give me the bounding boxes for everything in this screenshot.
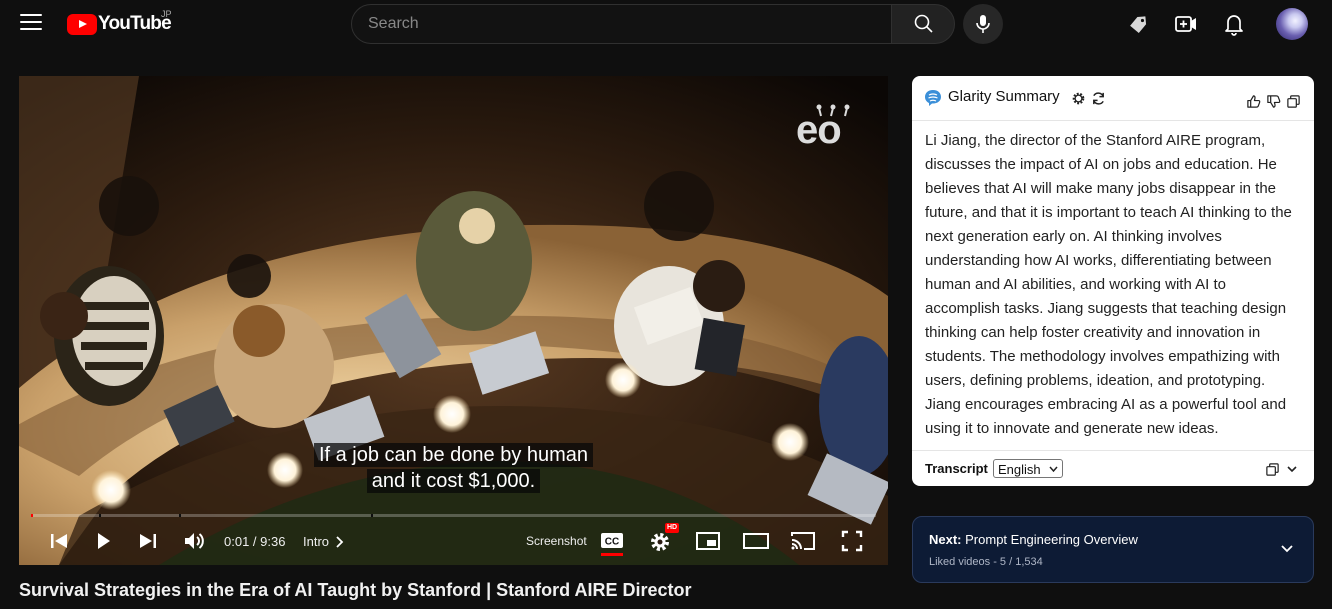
watermark-text: eo: [796, 108, 842, 152]
theater-mode-button[interactable]: [742, 528, 770, 554]
refresh-icon[interactable]: [1091, 91, 1106, 106]
create-button[interactable]: [1170, 8, 1202, 40]
skip-next-icon: [140, 534, 156, 548]
chevron-down-icon: [1049, 466, 1058, 473]
progress-played: [31, 514, 33, 517]
glarity-footer: Transcript English: [912, 450, 1314, 486]
hd-badge: HD: [665, 523, 680, 533]
play-button[interactable]: [90, 528, 116, 554]
volume-icon: [185, 533, 204, 549]
progress-bar[interactable]: [31, 514, 876, 517]
playlist-next-card[interactable]: Next: Prompt Engineering Overview Liked …: [912, 516, 1314, 583]
chapter-label[interactable]: Intro: [303, 534, 329, 549]
search-box: [351, 4, 892, 44]
search-icon: [914, 14, 933, 33]
cast-button[interactable]: [789, 528, 817, 554]
next-prefix: Next:: [929, 532, 962, 547]
tag-icon: [1130, 16, 1147, 33]
theater-mode-icon: [743, 533, 769, 549]
thumbs-down-icon[interactable]: [1266, 94, 1281, 109]
channel-watermark: eo: [795, 102, 859, 152]
chevron-down-icon[interactable]: [1279, 541, 1295, 557]
chapter-divider: [99, 514, 101, 517]
youtube-logo[interactable]: YouTube: [67, 12, 172, 36]
closed-captions-icon: CC: [601, 533, 623, 556]
volume-button[interactable]: [181, 528, 207, 554]
svg-text:CC: CC: [605, 537, 619, 548]
copy-icon[interactable]: [1265, 462, 1280, 477]
glarity-header: Glarity Summary: [912, 76, 1314, 121]
logo-text: YouTube: [98, 13, 172, 34]
voice-search-button[interactable]: [963, 4, 1003, 44]
video-title: Survival Strategies in the Era of AI Tau…: [19, 580, 692, 600]
playlist-position: Liked videos - 5 / 1,534: [929, 556, 1043, 568]
avatar[interactable]: [1276, 8, 1308, 40]
bell-icon: [1225, 15, 1243, 36]
tag-extension-button[interactable]: [1122, 8, 1154, 40]
top-bar: YouTube JP: [0, 0, 1332, 48]
chevron-right-icon: [336, 536, 344, 548]
summary-text: Li Jiang, the director of the Stanford A…: [925, 132, 1292, 437]
language-value: English: [998, 462, 1041, 477]
glarity-summary-panel: Glarity Summary Li Jiang, the director o…: [912, 76, 1314, 486]
screenshot-button[interactable]: Screenshot: [526, 534, 587, 548]
video-add-icon: [1175, 16, 1196, 32]
transcript-label: Transcript: [925, 461, 988, 476]
country-code: JP: [161, 9, 172, 19]
chapter-divider: [371, 514, 373, 517]
glarity-logo-icon: [925, 90, 941, 106]
miniplayer-button[interactable]: [695, 528, 721, 554]
next-video-title: Next: Prompt Engineering Overview: [929, 532, 1138, 547]
settings-button[interactable]: HD: [648, 523, 680, 554]
notifications-button[interactable]: [1218, 8, 1250, 40]
gear-icon[interactable]: [1071, 91, 1086, 106]
copy-icon[interactable]: [1286, 94, 1301, 109]
search-input[interactable]: [352, 5, 891, 43]
caption-line-2: and it cost $1,000.: [19, 469, 888, 493]
miniplayer-icon: [696, 532, 720, 550]
fullscreen-button[interactable]: [839, 528, 865, 554]
search-button[interactable]: [891, 4, 955, 44]
next-button[interactable]: [135, 528, 161, 554]
captions-button[interactable]: CC: [600, 528, 624, 556]
time-display: 0:01 / 9:36: [224, 534, 286, 549]
next-title-text: Prompt Engineering Overview: [965, 532, 1138, 547]
previous-button[interactable]: [46, 528, 72, 554]
microphone-icon: [976, 15, 990, 33]
glarity-title: Glarity Summary: [948, 88, 1060, 105]
video-player[interactable]: eo If a job can be done by human and it …: [19, 76, 888, 565]
thumbs-up-icon[interactable]: [1246, 94, 1261, 109]
fullscreen-icon: [841, 530, 863, 552]
language-select[interactable]: English: [993, 459, 1063, 478]
caption-line-1: If a job can be done by human: [19, 443, 888, 467]
chevron-down-icon[interactable]: [1286, 463, 1298, 475]
play-icon: [98, 533, 110, 549]
youtube-play-icon: [67, 13, 97, 35]
chapter-divider: [179, 514, 181, 517]
cast-icon: [791, 532, 815, 550]
hamburger-menu-icon[interactable]: [20, 14, 42, 34]
skip-previous-icon: [51, 534, 67, 548]
